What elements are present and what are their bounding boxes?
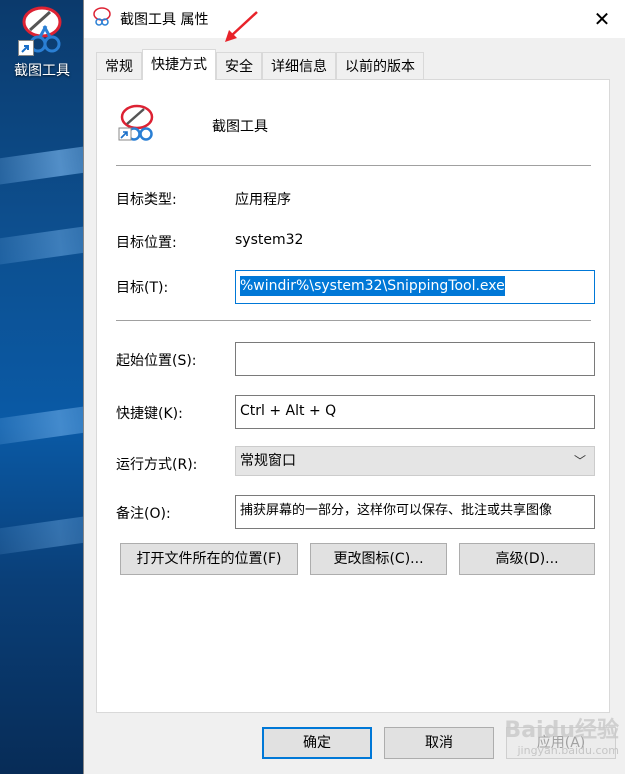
title-bar[interactable]: 截图工具 属性 ✕ xyxy=(84,0,625,42)
hotkey-input[interactable]: Ctrl + Alt + Q xyxy=(235,395,595,429)
tab-security[interactable]: 安全 xyxy=(216,52,262,80)
snipping-tool-icon xyxy=(18,4,66,56)
shortcut-icon xyxy=(117,102,157,142)
annotation-arrow-icon xyxy=(225,11,258,42)
target-value: %windir%\system32\SnippingTool.exe xyxy=(240,276,505,296)
properties-window: 截图工具 属性 ✕ 常规 快捷方式 安全 详细信息 以前的版本 截图工具 目标类… xyxy=(83,0,625,774)
watermark-url: jingyan.baidu.com xyxy=(517,744,619,757)
run-select-value: 常规窗口 xyxy=(240,453,296,469)
shortcut-arrow-icon xyxy=(18,40,34,56)
hotkey-label: 快捷键(K): xyxy=(116,406,183,422)
shortcut-panel: 截图工具 目标类型: 应用程序 目标位置: system32 目标(T): %w… xyxy=(96,79,610,713)
watermark: Baidu经验 jingyan.baidu.com xyxy=(469,712,619,772)
comment-input[interactable]: 捕获屏幕的一部分，这样你可以保存、批注或共享图像 xyxy=(235,495,595,529)
window-title: 截图工具 属性 xyxy=(120,12,209,28)
tab-general[interactable]: 常规 xyxy=(96,52,142,80)
target-label: 目标(T): xyxy=(116,280,169,296)
advanced-button[interactable]: 高级(D)... xyxy=(459,543,595,575)
open-file-location-button[interactable]: 打开文件所在的位置(F) xyxy=(120,543,298,575)
divider xyxy=(116,320,591,321)
run-select[interactable]: 常规窗口 ﹀ xyxy=(235,446,595,476)
target-type-label: 目标类型: xyxy=(116,192,177,208)
desktop-icon-label: 截图工具 xyxy=(14,63,70,79)
close-icon: ✕ xyxy=(593,7,611,31)
start-in-label: 起始位置(S): xyxy=(116,353,197,369)
desktop-background: 截图工具 xyxy=(0,0,83,774)
tab-details[interactable]: 详细信息 xyxy=(262,52,336,80)
target-location-value: system32 xyxy=(235,232,304,248)
run-label: 运行方式(R): xyxy=(116,457,198,473)
divider xyxy=(116,165,591,166)
window-app-icon xyxy=(92,7,112,31)
ok-button[interactable]: 确定 xyxy=(262,727,372,759)
target-type-value: 应用程序 xyxy=(235,192,291,208)
close-button[interactable]: ✕ xyxy=(579,0,625,38)
tab-previous-versions[interactable]: 以前的版本 xyxy=(336,52,424,80)
comment-label: 备注(O): xyxy=(116,506,171,522)
tab-bar: 常规 快捷方式 安全 详细信息 以前的版本 xyxy=(96,49,424,80)
tab-shortcut[interactable]: 快捷方式 xyxy=(142,49,216,80)
chevron-down-icon: ﹀ xyxy=(573,454,586,468)
watermark-brand: Baidu经验 xyxy=(504,718,619,743)
start-in-input[interactable] xyxy=(235,342,595,376)
target-input[interactable]: %windir%\system32\SnippingTool.exe xyxy=(235,270,595,304)
desktop-shortcut-snipping-tool[interactable]: 截图工具 xyxy=(6,4,78,80)
shortcut-name: 截图工具 xyxy=(212,119,268,135)
change-icon-button[interactable]: 更改图标(C)... xyxy=(310,543,447,575)
target-location-label: 目标位置: xyxy=(116,235,177,251)
